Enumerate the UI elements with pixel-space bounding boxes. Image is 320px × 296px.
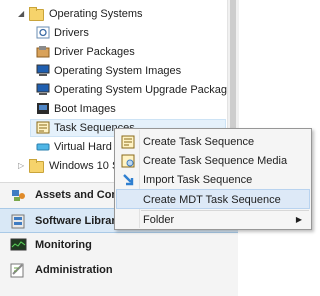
console-panel: ◢ Operating Systems Drivers Driver Packa… bbox=[0, 0, 314, 296]
vhd-icon bbox=[36, 143, 50, 151]
tree-node-os-upgrade-packages[interactable]: Operating System Upgrade Packages bbox=[0, 81, 239, 99]
administration-icon bbox=[10, 263, 24, 278]
tree-node-label: Operating System Images bbox=[54, 65, 182, 77]
menu-item-create-task-sequence[interactable]: Create Task Sequence bbox=[116, 132, 310, 152]
menu-item-create-task-sequence-media[interactable]: Create Task Sequence Media bbox=[116, 151, 310, 171]
driver-package-icon bbox=[36, 46, 50, 58]
tree-node-os-images[interactable]: Operating System Images bbox=[0, 62, 226, 80]
assets-icon bbox=[12, 190, 25, 201]
tree-node-operating-systems[interactable]: ◢ Operating Systems bbox=[0, 5, 226, 23]
workspace-label: Monitoring bbox=[35, 239, 92, 251]
workspace-administration[interactable]: Administration bbox=[0, 258, 238, 283]
menu-item-label: Folder bbox=[143, 214, 175, 226]
tree-node-label: Drivers bbox=[54, 27, 89, 39]
menu-item-label: Import Task Sequence bbox=[143, 174, 253, 186]
tree-node-label: Boot Images bbox=[54, 103, 116, 115]
tree-node-boot-images[interactable]: Boot Images bbox=[0, 100, 226, 118]
tree-node-drivers[interactable]: Drivers bbox=[0, 24, 226, 42]
boot-image-icon bbox=[37, 103, 49, 114]
submenu-arrow-icon: ▶ bbox=[295, 215, 302, 224]
task-sequence-icon bbox=[121, 135, 135, 149]
menu-item-label: Create Task Sequence Media bbox=[143, 155, 288, 167]
context-menu: Create Task Sequence Create Task Sequenc… bbox=[114, 128, 312, 230]
tree-node-driver-packages[interactable]: Driver Packages bbox=[0, 43, 226, 61]
menu-item-import-task-sequence[interactable]: Import Task Sequence bbox=[116, 170, 310, 190]
workspace-label: Software Library bbox=[35, 215, 122, 227]
tree-node-label: Driver Packages bbox=[54, 46, 135, 58]
tree-node-label: Operating System Upgrade Packages bbox=[54, 84, 239, 96]
menu-item-create-mdt-task-sequence[interactable]: Create MDT Task Sequence bbox=[116, 189, 310, 209]
menu-item-label: Create Task Sequence bbox=[143, 136, 255, 148]
task-sequence-icon bbox=[36, 121, 50, 134]
software-library-icon bbox=[11, 214, 25, 229]
import-arrow-icon bbox=[123, 174, 134, 186]
tree-node-label: Operating Systems bbox=[49, 8, 143, 20]
media-icon bbox=[121, 154, 135, 168]
monitoring-icon bbox=[10, 238, 27, 251]
os-image-icon bbox=[36, 64, 50, 76]
workspace-label: Administration bbox=[35, 264, 113, 276]
drivers-icon bbox=[36, 26, 50, 39]
menu-item-label: Create MDT Task Sequence bbox=[143, 194, 281, 206]
menu-item-folder[interactable]: Folder ▶ bbox=[116, 211, 310, 229]
folder-icon bbox=[29, 159, 44, 173]
expand-arrow-icon[interactable]: ◢ bbox=[18, 10, 26, 18]
os-upgrade-icon bbox=[36, 83, 50, 95]
workspace-monitoring[interactable]: Monitoring bbox=[0, 233, 238, 258]
collapsed-arrow-icon[interactable]: ▷ bbox=[18, 162, 26, 170]
folder-icon bbox=[29, 7, 44, 21]
